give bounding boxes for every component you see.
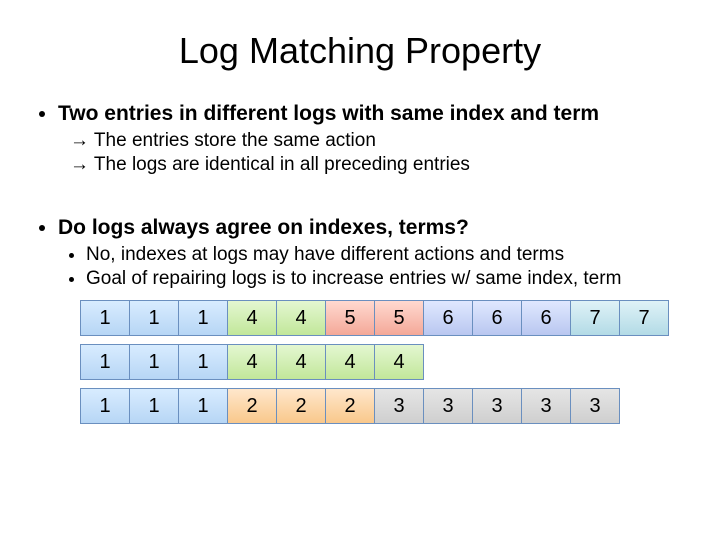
log-cell: 1 <box>129 344 179 380</box>
log-cell: 4 <box>276 300 326 336</box>
bullet-1-sub-2: → The logs are identical in all precedin… <box>70 154 690 176</box>
log-cell: 3 <box>472 388 522 424</box>
log-cell: 1 <box>178 388 228 424</box>
log-cell: 4 <box>276 344 326 380</box>
log-cell: 2 <box>227 388 277 424</box>
bullet-2-sub: No, indexes at logs may have different a… <box>58 244 690 290</box>
log-row: 111445566677 <box>80 300 690 336</box>
slide: Log Matching Property Two entries in dif… <box>0 0 720 452</box>
log-row: 11122233333 <box>80 388 690 424</box>
bullet-1: Two entries in different logs with same … <box>58 102 690 176</box>
log-cell: 1 <box>178 344 228 380</box>
log-cell: 6 <box>472 300 522 336</box>
log-cell: 4 <box>227 344 277 380</box>
bullet-1-text: Two entries in different logs with same … <box>58 102 599 125</box>
log-cell: 7 <box>570 300 620 336</box>
bullet-1-sub-2-text: → The logs are identical in all precedin… <box>70 154 470 175</box>
log-cell: 1 <box>80 388 130 424</box>
bullet-1-sub: → The entries store the same action → Th… <box>58 130 690 176</box>
bullet-list: Two entries in different logs with same … <box>30 102 690 290</box>
bullet-1-sub-1-text: → The entries store the same action <box>70 130 376 151</box>
log-cell: 2 <box>325 388 375 424</box>
log-cell: 3 <box>570 388 620 424</box>
log-cell: 1 <box>80 344 130 380</box>
log-cell: 1 <box>80 300 130 336</box>
log-cell: 2 <box>276 388 326 424</box>
log-cell: 4 <box>374 344 424 380</box>
log-cell: 1 <box>178 300 228 336</box>
log-cell: 3 <box>521 388 571 424</box>
log-cell: 1 <box>129 300 179 336</box>
bullet-2-sub-1: No, indexes at logs may have different a… <box>86 244 690 266</box>
log-cell: 7 <box>619 300 669 336</box>
log-cell: 4 <box>227 300 277 336</box>
log-cell: 3 <box>423 388 473 424</box>
log-cell: 5 <box>325 300 375 336</box>
bullet-1-sub-1: → The entries store the same action <box>70 130 690 152</box>
bullet-2-text: Do logs always agree on indexes, terms? <box>58 216 469 239</box>
bullet-2: Do logs always agree on indexes, terms? … <box>58 216 690 290</box>
spacer <box>58 182 690 210</box>
log-row: 1114444 <box>80 344 690 380</box>
log-cell: 6 <box>521 300 571 336</box>
log-cell: 3 <box>374 388 424 424</box>
log-cell: 1 <box>129 388 179 424</box>
bullet-2-sub-2: Goal of repairing logs is to increase en… <box>86 268 690 290</box>
log-cell: 4 <box>325 344 375 380</box>
log-cell: 6 <box>423 300 473 336</box>
log-cell: 5 <box>374 300 424 336</box>
log-table: 111445566677111444411122233333 <box>30 300 690 424</box>
slide-title: Log Matching Property <box>30 30 690 72</box>
